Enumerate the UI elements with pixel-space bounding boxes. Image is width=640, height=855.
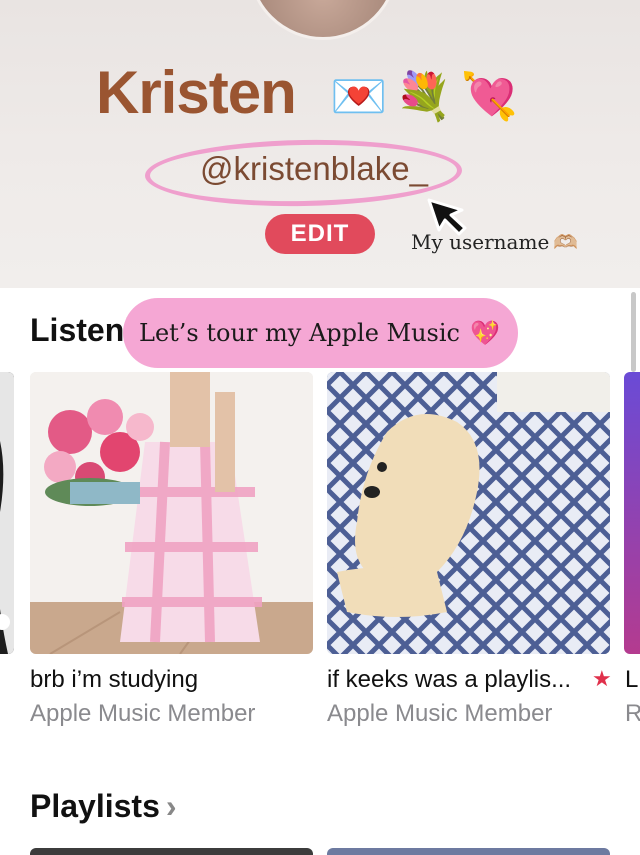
playlist-tile-peek[interactable] [30,848,313,855]
callout-text: Let’s tour my Apple Music [139,319,460,347]
annotation-text: My username [411,230,550,254]
scrollbar[interactable] [631,292,636,372]
playlist-tile-partial-left[interactable] [0,372,14,654]
heart-hands-icon: 🫶🏼 [553,230,579,254]
profile-header: Kristen 💌 💐 💘 @kristenblake_ EDIT My use… [0,0,640,288]
playlists-section-title: Playlists [30,788,160,824]
sparkling-heart-icon: 💖 [470,319,500,347]
tour-callout: Let’s tour my Apple Music 💖 [123,298,518,368]
profile-name: Kristen [96,59,297,126]
playlist-tile-peek[interactable] [327,848,610,855]
love-letter-icon: 💌 [330,70,388,122]
bouquet-icon: 💐 [395,70,453,122]
playlist-title[interactable]: brb i’m studying [30,666,198,694]
chevron-right-icon: › [165,788,177,824]
username: @kristenblake_ [200,150,428,187]
name-emoji-row: 💌 💐 💘 [330,66,518,126]
heart-arrow-icon: 💘 [460,70,518,122]
playlist-subtitle: Apple Music Member [327,700,553,727]
username-annotation: My username 🫶🏼 [411,230,578,254]
playlists-section-header[interactable]: Playlists › [30,788,177,825]
playlist-subtitle: Apple Music Member [30,700,256,727]
playlist-title[interactable]: if keeks was a playlis... [327,666,571,694]
playlist-cover-flowers-dress [30,372,313,654]
playlist-cover-dog-bed [327,372,610,654]
edit-button[interactable]: EDIT [265,214,375,254]
playlist-subtitle-partial: R [625,700,640,727]
playlist-tile-keeks[interactable] [327,372,610,654]
playlist-tile-partial-right[interactable] [624,372,640,654]
avatar[interactable] [248,0,398,40]
playlist-tile-brb-studying[interactable] [30,372,313,654]
playlist-title-partial[interactable]: L [625,666,640,694]
star-icon: ★ [592,666,612,691]
